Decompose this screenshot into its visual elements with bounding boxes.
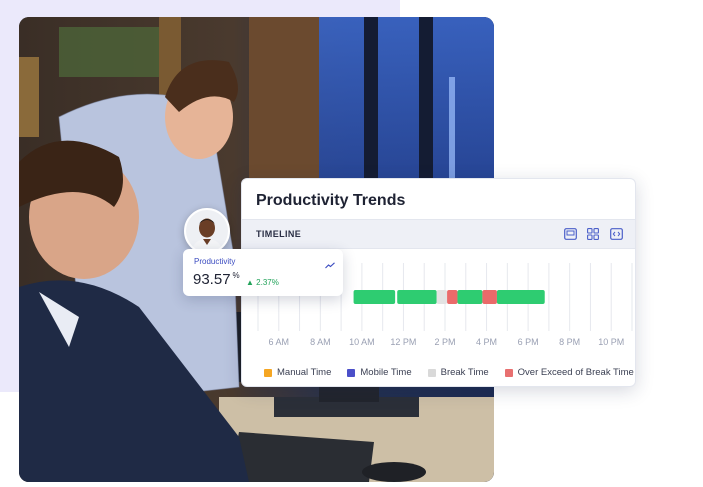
trend-up-icon bbox=[325, 256, 335, 274]
timeline-segment-productive bbox=[457, 290, 483, 304]
timeline-label: TIMELINE bbox=[256, 229, 302, 239]
legend-swatch bbox=[347, 368, 356, 377]
legend-label: Manual Time bbox=[277, 367, 332, 378]
change-arrow: ▲ bbox=[246, 278, 254, 287]
screen-icon[interactable] bbox=[563, 227, 577, 241]
productivity-value: 93.57% bbox=[193, 271, 240, 288]
timeline-segment-productive bbox=[496, 290, 545, 304]
avatar bbox=[184, 208, 230, 254]
productivity-label: Productivity bbox=[194, 257, 236, 266]
timeline-toolbar bbox=[563, 227, 623, 241]
timeline-header: TIMELINE bbox=[242, 219, 635, 249]
legend-item: Manual Time bbox=[264, 367, 331, 378]
productivity-card: Productivity 93.57% ▲ 2.37% bbox=[183, 249, 343, 296]
chart-legend: Manual Time Mobile Time Break Time Over Exc… bbox=[264, 367, 634, 378]
legend-swatch bbox=[504, 368, 513, 377]
legend-item: Break Time bbox=[427, 367, 489, 378]
legend-label: Mobile Time bbox=[360, 367, 412, 378]
tick-label: 6 AM bbox=[269, 337, 290, 347]
timeline-segment-productive bbox=[397, 290, 437, 304]
legend-item: Mobile Time bbox=[347, 367, 412, 378]
tick-label: 2 PM bbox=[434, 337, 455, 347]
tick-label: 8 PM bbox=[559, 337, 580, 347]
legend-swatch bbox=[427, 368, 436, 377]
legend-swatch bbox=[264, 368, 272, 377]
timeline-segment-over-exceed bbox=[447, 290, 458, 304]
tick-label: 6 PM bbox=[518, 337, 539, 347]
change-value: 2.37% bbox=[256, 278, 279, 287]
tick-label: 12 PM bbox=[390, 337, 416, 347]
legend-label: Break Time bbox=[440, 367, 489, 378]
tick-label: 10 PM bbox=[598, 337, 624, 347]
tick-label: 8 AM bbox=[310, 337, 331, 347]
timeline-segment-break bbox=[436, 290, 448, 304]
legend-label: Over Exceed of Break Time bbox=[517, 367, 634, 378]
productivity-change: ▲ 2.37% bbox=[246, 278, 279, 287]
card-title: Productivity Trends bbox=[256, 192, 406, 209]
tick-label: 10 AM bbox=[349, 337, 375, 347]
legend-item: Over Exceed of Break Time bbox=[504, 367, 634, 378]
timeline-segment-productive bbox=[353, 290, 396, 304]
tick-label: 4 PM bbox=[476, 337, 497, 347]
grid-icon[interactable] bbox=[586, 227, 600, 241]
code-icon[interactable] bbox=[609, 227, 623, 241]
timeline-segment-over-exceed bbox=[482, 290, 497, 304]
